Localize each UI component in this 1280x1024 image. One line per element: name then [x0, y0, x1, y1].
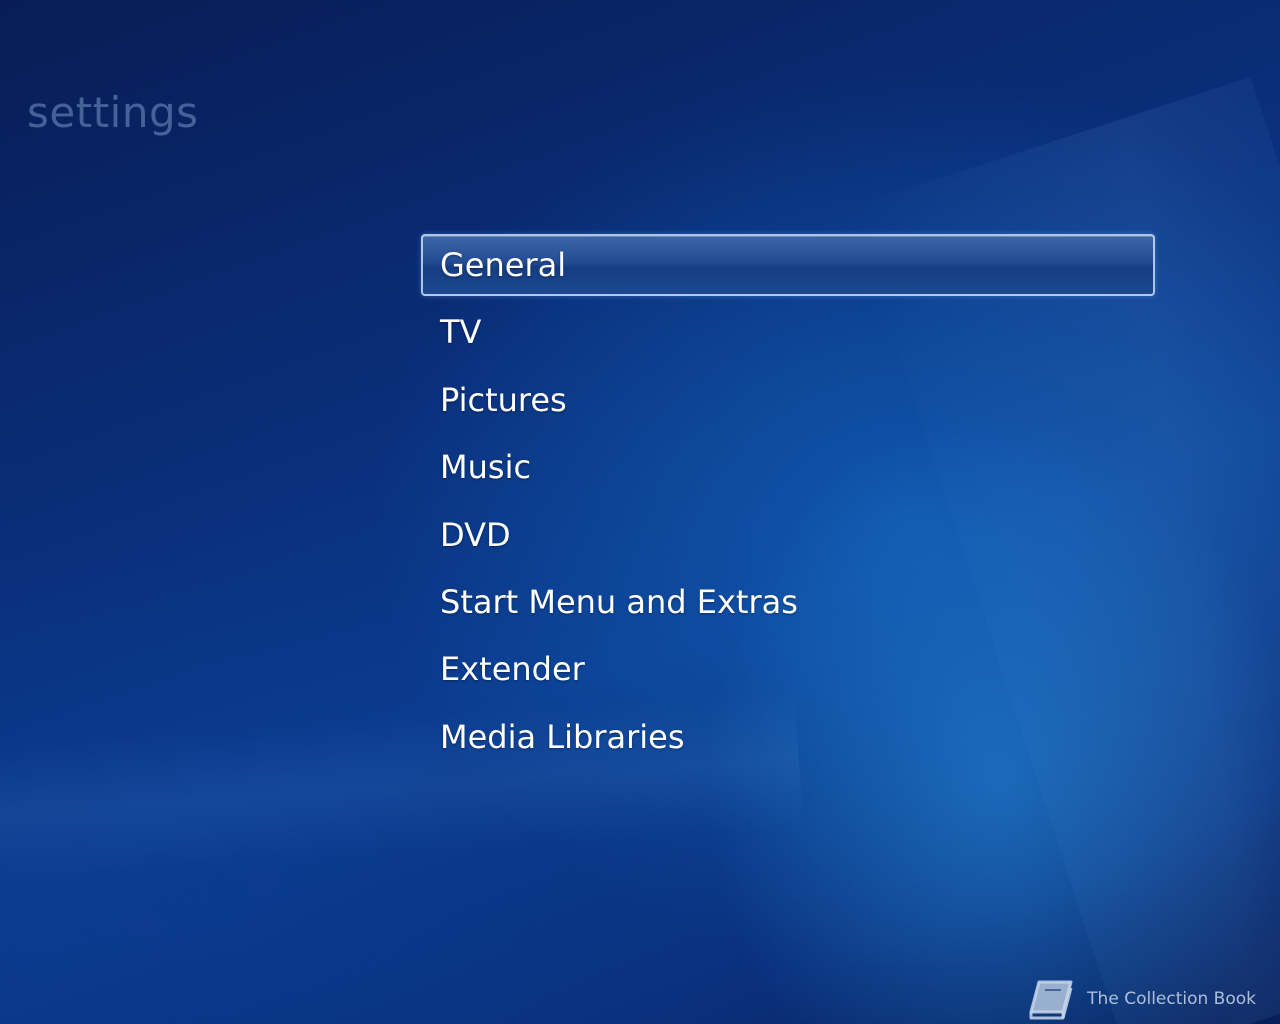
book-icon	[1025, 976, 1077, 1022]
menu-item-tv[interactable]: TV	[421, 301, 1155, 363]
menu-item-music[interactable]: Music	[421, 436, 1155, 498]
menu-item-media-libraries[interactable]: Media Libraries	[421, 706, 1155, 768]
watermark-text: The Collection Book	[1087, 989, 1256, 1009]
menu-item-extender[interactable]: Extender	[421, 638, 1155, 700]
page-title: settings	[27, 88, 199, 137]
settings-menu: General TV Pictures Music DVD Start Menu…	[421, 234, 1155, 773]
menu-item-start-menu-and-extras[interactable]: Start Menu and Extras	[421, 571, 1155, 633]
watermark: The Collection Book	[1025, 976, 1256, 1022]
menu-item-general[interactable]: General	[421, 234, 1155, 296]
menu-item-dvd[interactable]: DVD	[421, 504, 1155, 566]
menu-item-pictures[interactable]: Pictures	[421, 369, 1155, 431]
